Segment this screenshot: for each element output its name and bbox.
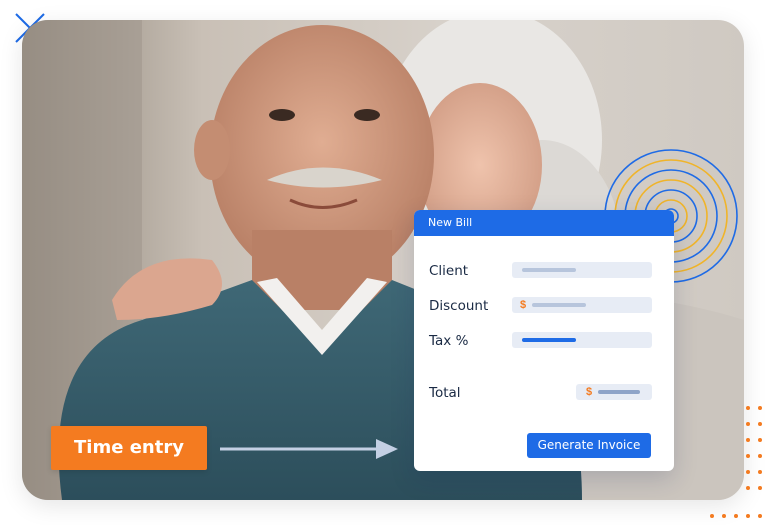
discount-currency: $ xyxy=(520,299,527,311)
client-row: Client xyxy=(429,262,652,280)
bill-header-title: New Bill xyxy=(414,210,674,236)
tax-input[interactable] xyxy=(512,332,652,348)
tax-label: Tax % xyxy=(429,333,469,349)
arrow-right-icon xyxy=(220,439,398,459)
client-input[interactable] xyxy=(512,262,652,278)
client-label: Client xyxy=(429,263,469,279)
discount-input[interactable]: $ xyxy=(512,297,652,313)
discount-label: Discount xyxy=(429,298,489,314)
generate-invoice-button[interactable]: Generate Invoice xyxy=(527,433,651,458)
dot-grid-decoration-icon xyxy=(710,406,762,518)
new-bill-card: New Bill Client Discount $ Tax % Total $ xyxy=(414,210,674,471)
total-row: Total $ xyxy=(429,384,652,402)
hero-graphic: Time entry New Bill Client Discount $ Ta… xyxy=(0,0,767,525)
time-entry-button[interactable]: Time entry xyxy=(51,426,207,470)
discount-row: Discount $ xyxy=(429,297,652,315)
total-value: $ xyxy=(576,384,652,400)
total-label: Total xyxy=(429,385,461,401)
tax-row: Tax % xyxy=(429,332,652,350)
total-currency: $ xyxy=(586,386,593,398)
